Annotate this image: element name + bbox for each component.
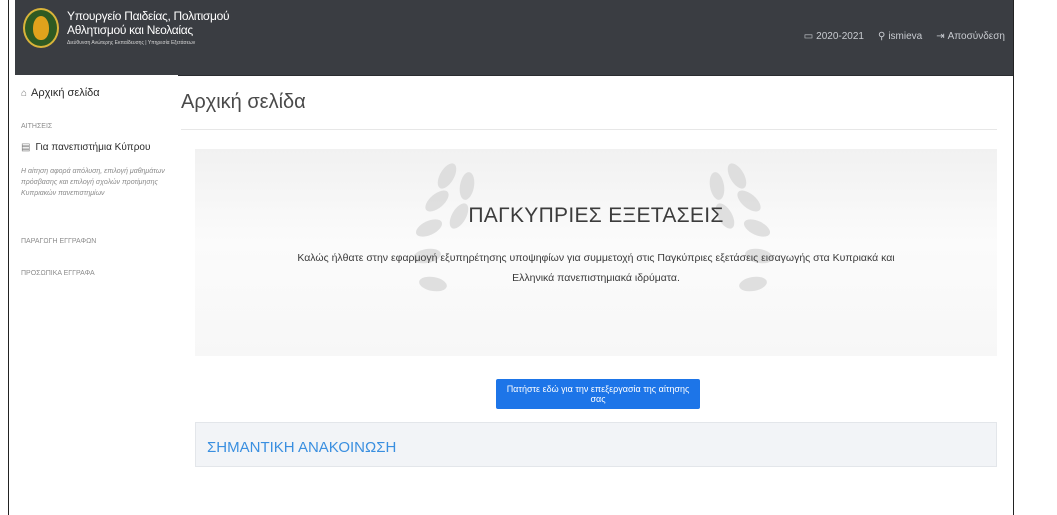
title-divider [181, 129, 997, 130]
announcement-title[interactable]: ΣΗΜΑΝΤΙΚΗ ΑΝΑΚΟΙΝΩΣΗ [207, 439, 396, 456]
user-icon: ⚲ [877, 31, 886, 42]
brand-name-line2: Αθλητισμού και Νεολαίας [67, 23, 193, 37]
user-menu[interactable]: ⚲ ismieva [878, 31, 922, 42]
logout-icon: ⇥ [936, 31, 945, 42]
username-label: ismieva [888, 31, 923, 42]
sidebar-item-universities[interactable]: ▤ Για πανεπιστήμια Κύπρου [21, 142, 150, 153]
document-icon: ▤ [21, 142, 31, 153]
announcement-panel: ΣΗΜΑΝΤΙΚΗ ΑΝΑΚΟΙΝΩΣΗ [195, 422, 997, 467]
sidebar-section-personal[interactable]: ΠΡΟΣΩΠΙΚΑ ΕΓΓΡΑΦΑ [21, 270, 95, 277]
laurel-right-decoration [673, 149, 793, 339]
logout-link[interactable]: ⇥ Αποσύνδεση [936, 31, 1005, 42]
hero-welcome-line2: Ελληνικά πανεπιστημιακά ιδρύματα. [512, 272, 680, 284]
page-title: Αρχική σελίδα [181, 91, 306, 113]
main-content: Αρχική σελίδα ΠΑΓΚΥΠΡΙΕΣ ΕΞΕΤΑΣΕΙΣ Καλώς… [178, 75, 1013, 515]
home-icon: ⌂ [21, 87, 28, 99]
sidebar-item-home-label: Αρχική σελίδα [31, 87, 100, 99]
academic-year-label: 2020-2021 [816, 31, 864, 42]
sidebar-section-production[interactable]: ΠΑΡΑΓΩΓΗ ΕΓΓΡΑΦΩΝ [21, 238, 96, 245]
hero-banner: ΠΑΓΚΥΠΡΙΕΣ ΕΞΕΤΑΣΕΙΣ Καλώς ήλθατε στην ε… [195, 149, 997, 356]
logout-label: Αποσύνδεση [947, 31, 1005, 42]
sidebar-item-universities-label: Για πανεπιστήμια Κύπρου [35, 142, 151, 153]
top-navbar: Υπουργείο Παιδείας, Πολιτισμού Αθλητισμο… [15, 0, 1013, 76]
brand-subtitle: Διεύθυνση Ανώτερης Εκπαίδευσης | Υπηρεσί… [67, 40, 196, 46]
hero-welcome-text: Καλώς ήλθατε στην εφαρμογή εξυπηρέτησης … [195, 248, 997, 288]
calendar-icon: ▭ [803, 31, 814, 42]
brand-name-line1: Υπουργείο Παιδείας, Πολιτισμού [67, 9, 230, 23]
laurel-left-decoration [393, 149, 513, 339]
ministry-logo[interactable] [23, 8, 59, 48]
hero-welcome-line1: Καλώς ήλθατε στην εφαρμογή εξυπηρέτησης … [297, 252, 895, 264]
sidebar-item-universities-description: Η αίτηση αφορά απόλυση, επιλογή μαθημάτω… [21, 168, 165, 197]
sidebar-section-applications: ΑΙΤΗΣΕΙΣ [21, 123, 53, 130]
top-right-menu: ▭ 2020-2021 ⚲ ismieva ⇥ Αποσύνδεση [804, 31, 1005, 42]
sidebar-item-home[interactable]: ⌂ Αρχική σελίδα [21, 87, 100, 99]
hero-title: ΠΑΓΚΥΠΡΙΕΣ ΕΞΕΤΑΣΕΙΣ [468, 204, 724, 227]
edit-application-button[interactable]: Πατήστε εδώ για την επεξεργασία της αίτη… [496, 379, 700, 409]
sidebar: ⌂ Αρχική σελίδα ΑΙΤΗΣΕΙΣ ▤ Για πανεπιστή… [15, 75, 178, 515]
academic-year[interactable]: ▭ 2020-2021 [804, 31, 864, 42]
